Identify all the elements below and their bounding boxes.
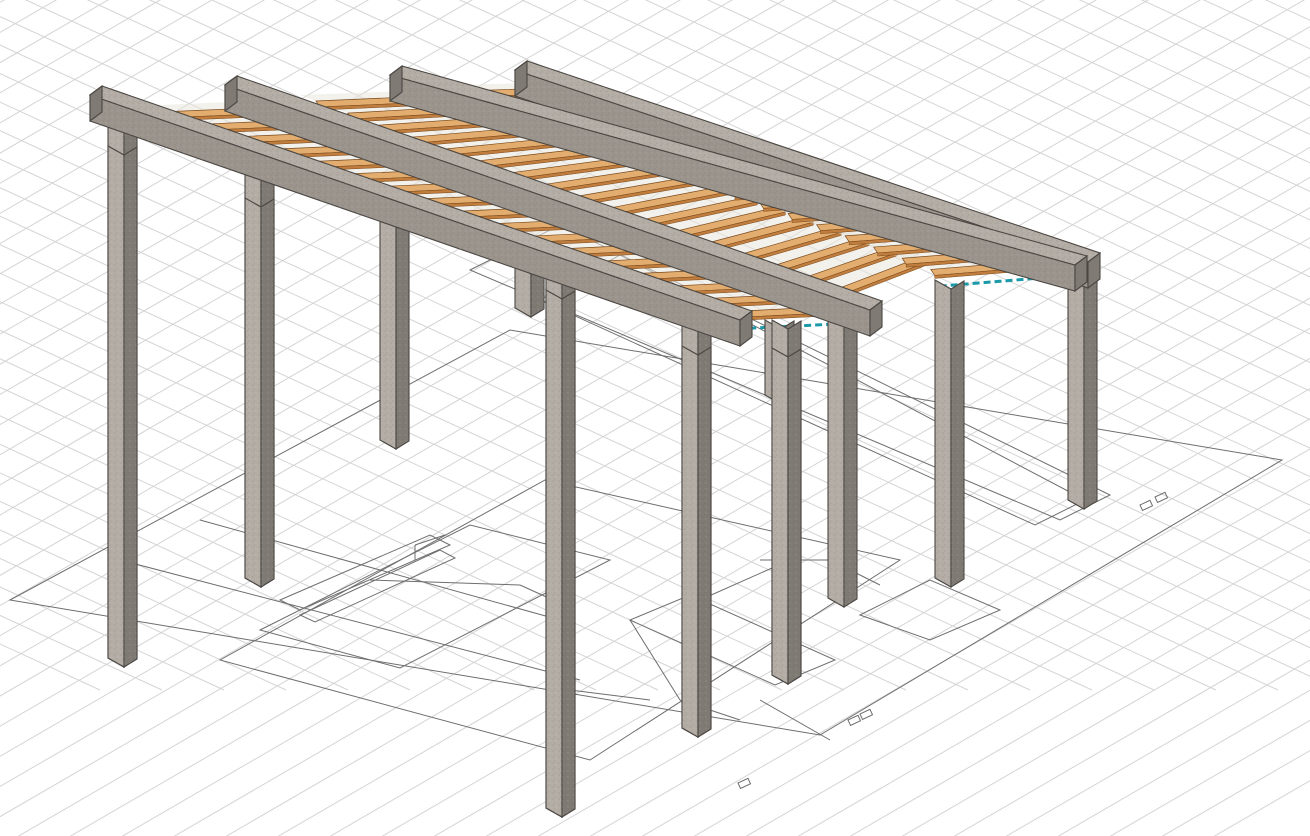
column-texture [788, 349, 801, 684]
plan-marker [859, 708, 874, 721]
column-front-4[interactable] [771, 347, 802, 685]
column-texture [682, 346, 698, 737]
column-front-5[interactable] [244, 197, 275, 588]
column-texture [844, 316, 857, 607]
grid-line [797, 538, 1310, 836]
plan-marker [1139, 499, 1154, 512]
pergola-model[interactable] [88, 59, 1102, 818]
grid-line [693, 478, 1310, 836]
plan-marker [1154, 491, 1169, 504]
column-texture [546, 290, 562, 817]
column-5[interactable] [934, 279, 965, 588]
column-texture [951, 281, 964, 587]
column-texture [828, 315, 844, 607]
grid-line [944, 0, 1310, 690]
column-front-2[interactable] [107, 145, 138, 668]
grid-line [1213, 780, 1310, 836]
column-texture [1068, 270, 1084, 509]
column-texture [380, 215, 396, 449]
column-texture [772, 348, 788, 684]
model-canvas[interactable] [0, 0, 1310, 836]
column-6[interactable] [827, 314, 858, 608]
column-front-1[interactable] [545, 289, 576, 818]
column-texture [245, 198, 261, 587]
plan-line [759, 699, 831, 741]
column-texture [396, 216, 409, 449]
plan-line [369, 579, 521, 586]
column-3[interactable] [379, 214, 410, 450]
grid-line [1130, 0, 1310, 690]
grid-line [634, 0, 1310, 690]
column-texture [1084, 271, 1097, 509]
grid-line [1068, 0, 1310, 690]
column-texture [562, 291, 575, 817]
column-texture [698, 347, 711, 737]
grid-line [1005, 659, 1310, 836]
column-4[interactable] [1067, 269, 1098, 510]
grid-line [820, 0, 1310, 690]
column-texture [261, 199, 274, 587]
column-texture [108, 146, 124, 667]
3d-viewport[interactable] [0, 0, 1310, 836]
column-texture [935, 280, 951, 587]
column-front-3[interactable] [681, 345, 712, 738]
column-texture [124, 147, 137, 667]
grid-line [1006, 0, 1310, 690]
